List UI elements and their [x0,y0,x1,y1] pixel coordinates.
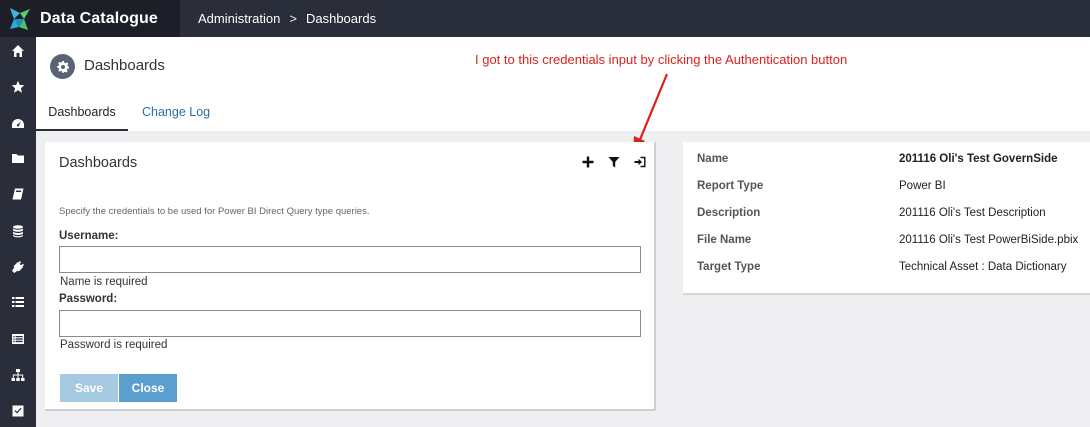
filter-button[interactable] [601,153,627,171]
sidebar-item-folders[interactable] [0,144,36,172]
detail-label-file-name: File Name [697,234,752,246]
sidebar-item-favourites[interactable] [0,73,36,101]
username-error: Name is required [60,276,148,288]
sidebar-item-dashboard[interactable] [0,110,36,138]
detail-value-report-type: Power BI [899,180,946,192]
password-error: Password is required [60,339,168,351]
brand[interactable]: Data Catalogue [0,0,180,37]
list-icon [12,297,24,307]
detail-value-description: 201116 Oli's Test Description [899,207,1046,219]
detail-label-target-type: Target Type [697,261,761,273]
sidebar-item-home[interactable] [0,37,36,65]
username-input[interactable] [59,246,641,273]
authentication-button[interactable] [627,153,653,171]
filter-icon [608,157,620,168]
home-icon [12,45,24,57]
plug-icon [12,261,24,273]
sidebar-item-hierarchy[interactable] [0,361,36,389]
breadcrumb-separator: > [289,11,297,26]
close-button[interactable]: Close [119,374,177,402]
list-alt-icon [12,334,24,344]
page-title: Dashboards [84,57,165,74]
detail-label-description: Description [697,207,761,219]
sidebar-item-tasks[interactable] [0,397,36,425]
panel-title: Dashboards [59,155,138,171]
sidebar-item-databases[interactable] [0,217,36,245]
breadcrumb-item-administration[interactable]: Administration [198,11,280,26]
sidebar-item-lists[interactable] [0,288,36,316]
sitemap-icon [11,369,25,381]
star-icon [11,80,25,93]
add-button[interactable] [575,153,601,171]
credentials-hint: Specify the credentials to be used for P… [59,206,370,217]
dashboard-details-panel: Name 201116 Oli's Test GovernSide Report… [683,142,1090,295]
username-label: Username: [59,230,119,242]
tab-change-log[interactable]: Change Log [142,105,210,131]
password-input[interactable] [59,310,641,337]
folder-icon [12,154,24,163]
credentials-panel: Dashboards Specify the credentials to be… [45,142,656,411]
tab-dashboards[interactable]: Dashboards [36,105,128,131]
detail-value-target-type: Technical Asset : Data Dictionary [899,261,1067,273]
sign-in-icon [634,156,646,168]
brand-name: Data Catalogue [40,9,158,27]
annotation-text: I got to this credentials input by click… [475,52,848,67]
detail-value-file-name: 201116 Oli's Test PowerBiSide.pbix [899,234,1079,246]
sidebar-item-connections[interactable] [0,253,36,281]
sidebar [0,37,36,427]
password-label: Password: [59,293,118,305]
database-icon [13,225,23,238]
detail-label-name: Name [697,153,729,165]
breadcrumb-item-dashboards: Dashboards [305,11,377,26]
settings-badge [50,54,75,79]
top-bar: Data Catalogue Administration > Dashboar… [0,0,1090,37]
detail-label-report-type: Report Type [697,180,764,192]
brand-logo-icon [10,7,30,30]
sidebar-item-glossary[interactable] [0,180,36,208]
save-button[interactable]: Save [60,374,118,402]
gear-icon [56,60,69,73]
book-icon [12,188,24,200]
add-icon [582,156,594,168]
sidebar-item-reports[interactable] [0,325,36,353]
breadcrumb: Administration > Dashboards [198,0,376,37]
dashboard-gauge-icon [12,119,24,128]
checkbox-icon [12,405,24,417]
detail-value-name: 201116 Oli's Test GovernSide [899,153,1058,165]
panel-toolbar [575,153,653,171]
